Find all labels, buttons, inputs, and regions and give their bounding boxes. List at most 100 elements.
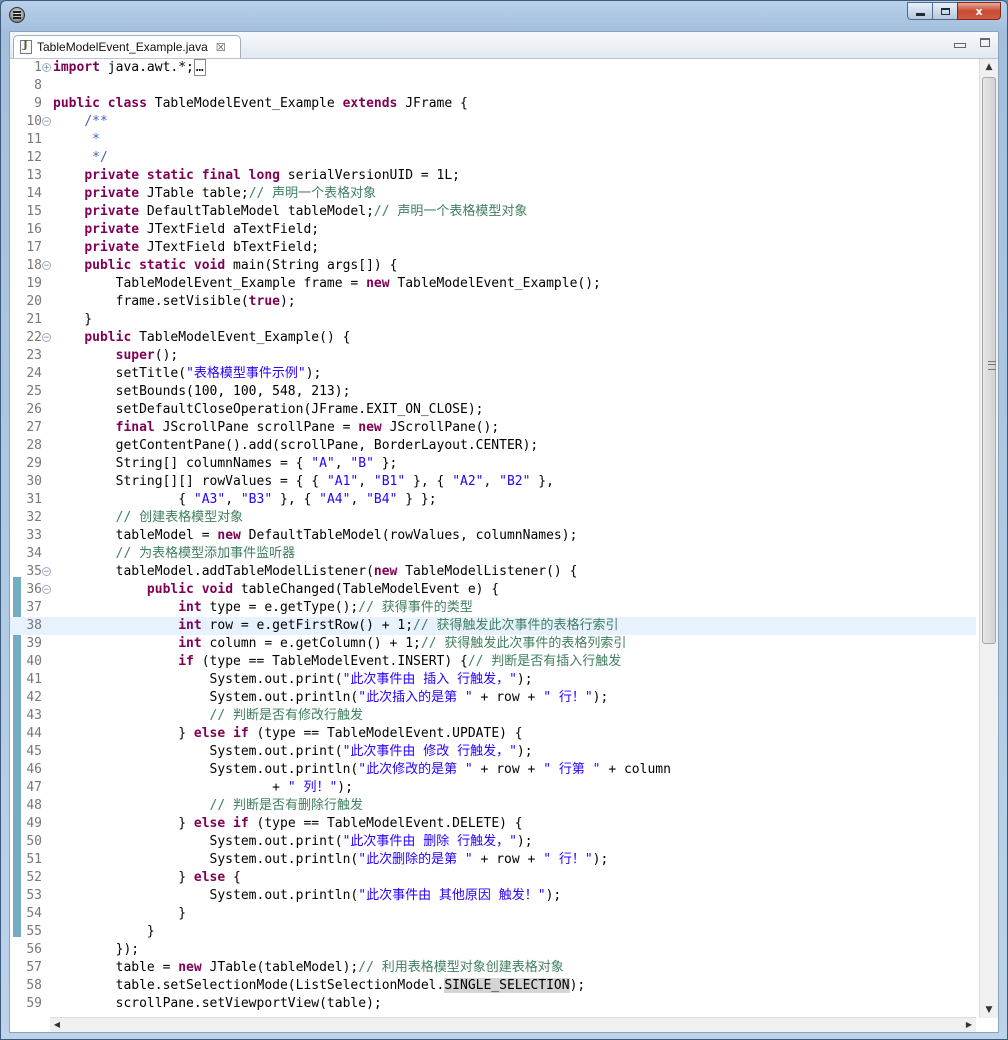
minimize-button[interactable] — [907, 2, 933, 20]
code-line[interactable]: 39 int column = e.getColumn() + 1;// 获得触… — [10, 635, 976, 653]
scroll-down-icon[interactable]: ▼ — [980, 1002, 998, 1018]
code-line[interactable]: 12 */ — [10, 149, 976, 167]
view-maximize-icon[interactable] — [980, 38, 990, 47]
code-line[interactable]: 54 } — [10, 905, 976, 923]
scroll-up-icon[interactable]: ▲ — [980, 59, 998, 75]
vertical-scrollbar[interactable]: ▲ ▼ — [979, 59, 998, 1018]
code-line[interactable]: 50 System.out.print("此次事件由 删除 行触发，"); — [10, 833, 976, 851]
fold-expand-icon[interactable]: + — [42, 63, 51, 73]
maximize-button[interactable] — [932, 2, 958, 20]
code-line[interactable]: 55 } — [10, 923, 976, 941]
code-line[interactable]: 19 TableModelEvent_Example frame = new T… — [10, 275, 976, 293]
code-line[interactable]: 53 System.out.println("此次事件由 其他原因 触发！"); — [10, 887, 976, 905]
code-line[interactable]: 49 } else if (type == TableModelEvent.DE… — [10, 815, 976, 833]
code-line[interactable]: 44 } else if (type == TableModelEvent.UP… — [10, 725, 976, 743]
code-line[interactable]: 43 // 判断是否有修改行触发 — [10, 707, 976, 725]
line-text: /** — [84, 114, 108, 129]
tab-label: TableModelEvent_Example.java — [37, 40, 208, 54]
line-text: } else if (type == TableModelEvent.DELET… — [53, 816, 523, 831]
code-line[interactable]: 13 private static final long serialVersi… — [10, 167, 976, 185]
tab-tablemodelevent-example[interactable]: TableModelEvent_Example.java ☒ — [13, 35, 241, 58]
code-line[interactable]: 29 String[] columnNames = { "A", "B" }; — [10, 455, 976, 473]
line-number: 17 — [26, 240, 42, 255]
code-line[interactable]: 36− public void tableChanged(TableModelE… — [10, 581, 976, 599]
view-minimize-icon[interactable] — [954, 43, 966, 48]
code-line[interactable]: 34 // 为表格模型添加事件监听器 — [10, 545, 976, 563]
fold-collapse-icon[interactable]: − — [42, 567, 51, 577]
fold-collapse-icon[interactable]: − — [42, 333, 51, 343]
code-line[interactable]: 20 frame.setVisible(true); — [10, 293, 976, 311]
code-line[interactable]: 9 public class TableModelEvent_Example ex… — [10, 95, 976, 113]
line-text: public void tableChanged(TableModelEvent… — [146, 582, 500, 597]
line-text: String[][] rowValues = { { "A1", "B1" },… — [53, 474, 554, 489]
line-text: + " 列！"); — [53, 780, 353, 795]
code-line[interactable]: 56 }); — [10, 941, 976, 959]
code-line[interactable]: 31 { "A3", "B3" }, { "A4", "B4" } }; — [10, 491, 976, 509]
code-line[interactable]: 1 + import java.awt.*;… — [10, 59, 976, 77]
code-line[interactable]: 21 } — [10, 311, 976, 329]
code-line[interactable]: 48 // 判断是否有删除行触发 — [10, 797, 976, 815]
vertical-scroll-thumb[interactable] — [982, 77, 996, 644]
code-line[interactable]: 51 System.out.println("此次删除的是第 " + row +… — [10, 851, 976, 869]
fold-collapse-icon[interactable]: − — [42, 585, 51, 595]
line-text: import java.awt.*;… — [53, 59, 206, 76]
line-number: 53 — [26, 888, 42, 903]
code-line[interactable]: 26 setDefaultCloseOperation(JFrame.EXIT_… — [10, 401, 976, 419]
code-line[interactable]: 14 private JTable table;// 声明一个表格对象 — [10, 185, 976, 203]
line-text: tableModel = new DefaultTableModel(rowVa… — [53, 528, 578, 543]
horizontal-scrollbar[interactable]: ◀ ▶ — [50, 1017, 976, 1032]
code-line[interactable]: 25 setBounds(100, 100, 548, 213); — [10, 383, 976, 401]
code-text[interactable]: 1 + import java.awt.*;… 8 9 public class Tabl… — [10, 59, 976, 1018]
close-button[interactable]: x — [957, 2, 1001, 20]
code-line[interactable]: 27 final JScrollPane scrollPane = new JS… — [10, 419, 976, 437]
code-line[interactable]: 8 — [10, 77, 976, 95]
line-number: 27 — [26, 420, 42, 435]
code-line[interactable]: 10− /** — [10, 113, 976, 131]
code-line[interactable]: 52 } else { — [10, 869, 976, 887]
code-line[interactable]: 18− public static void main(String args[… — [10, 257, 976, 275]
code-line[interactable]: 37 int type = e.getType();// 获得事件的类型 — [10, 599, 976, 617]
code-line[interactable]: 45 System.out.print("此次事件由 修改 行触发，"); — [10, 743, 976, 761]
scroll-left-icon[interactable]: ◀ — [50, 1018, 64, 1032]
code-line[interactable]: 33 tableModel = new DefaultTableModel(ro… — [10, 527, 976, 545]
code-line[interactable]: 11 * — [10, 131, 976, 149]
line-number: 54 — [26, 906, 42, 921]
code-line[interactable]: 35− tableModel.addTableModelListener(new… — [10, 563, 976, 581]
code-editor[interactable]: 1 + import java.awt.*;… 8 9 public class Tabl… — [10, 59, 998, 1032]
code-line[interactable]: 41 System.out.print("此次事件由 插入 行触发，"); — [10, 671, 976, 689]
scroll-right-icon[interactable]: ▶ — [962, 1018, 976, 1032]
code-line[interactable]: 59 scrollPane.setViewportView(table); — [10, 995, 976, 1013]
line-number: 35 — [26, 564, 42, 579]
line-number: 29 — [26, 456, 42, 471]
code-line[interactable]: 42 System.out.println("此次插入的是第 " + row +… — [10, 689, 976, 707]
code-line[interactable]: 58 table.setSelectionMode(ListSelectionM… — [10, 977, 976, 995]
line-text: System.out.print("此次事件由 插入 行触发，"); — [53, 672, 533, 687]
code-line[interactable]: 23 super(); — [10, 347, 976, 365]
code-line[interactable]: 38 int row = e.getFirstRow() + 1;// 获得触发… — [10, 617, 976, 635]
window-controls: x — [907, 2, 1001, 20]
fold-collapse-icon[interactable]: − — [42, 261, 51, 271]
code-line[interactable]: 40 if (type == TableModelEvent.INSERT) {… — [10, 653, 976, 671]
line-text: int column = e.getColumn() + 1;// 获得触发此次… — [178, 636, 627, 651]
code-line[interactable]: 32 // 创建表格模型对象 — [10, 509, 976, 527]
code-line[interactable]: 30 String[][] rowValues = { { "A1", "B1"… — [10, 473, 976, 491]
code-line[interactable]: 15 private DefaultTableModel tableModel;… — [10, 203, 976, 221]
tab-close-icon[interactable]: ☒ — [216, 41, 226, 54]
line-text: private JTextField bTextField; — [84, 240, 320, 255]
code-line[interactable]: 22− public TableModelEvent_Example() { — [10, 329, 976, 347]
fold-collapse-icon[interactable]: − — [42, 117, 51, 127]
line-number: 47 — [26, 780, 42, 795]
code-line[interactable]: 46 System.out.println("此次修改的是第 " + row +… — [10, 761, 976, 779]
code-line[interactable]: 24 setTitle("表格模型事件示例"); — [10, 365, 976, 383]
view-controls — [954, 38, 990, 48]
close-icon: x — [975, 4, 983, 18]
code-line[interactable]: 47 + " 列！"); — [10, 779, 976, 797]
system-menu-icon[interactable] — [9, 7, 25, 23]
line-number: 21 — [26, 312, 42, 327]
line-text: setTitle("表格模型事件示例"); — [53, 366, 322, 381]
code-line[interactable]: 17 private JTextField bTextField; — [10, 239, 976, 257]
code-line[interactable]: 57 table = new JTable(tableModel);// 利用表… — [10, 959, 976, 977]
code-line[interactable]: 16 private JTextField aTextField; — [10, 221, 976, 239]
title-bar[interactable]: x — [1, 1, 1007, 31]
code-line[interactable]: 28 getContentPane().add(scrollPane, Bord… — [10, 437, 976, 455]
